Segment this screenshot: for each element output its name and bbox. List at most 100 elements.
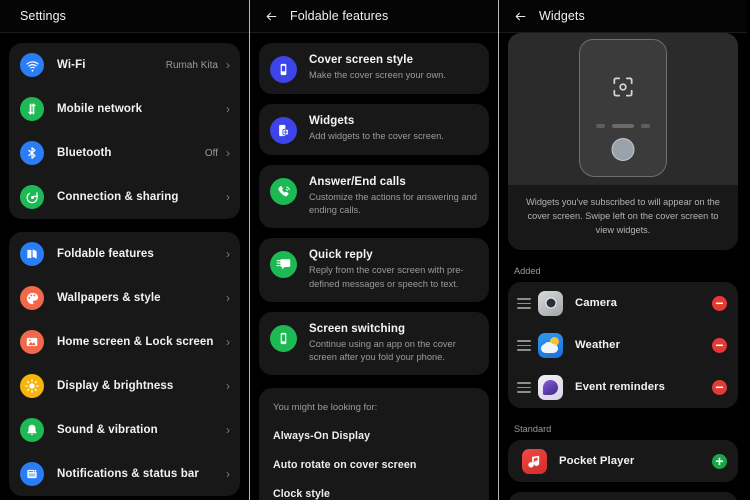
page-title: Widgets [539,9,585,23]
cover-screen-button [611,138,635,161]
feature-row[interactable]: Cover screen style Make the cover screen… [259,43,489,94]
sidebar-item-label: Wi-Fi [57,59,86,71]
drag-handle-icon[interactable] [517,298,531,309]
feature-card-cover-screen-style[interactable]: Cover screen style Make the cover screen… [259,43,489,94]
cover-screen-illustration [508,33,738,185]
look-for-item-always-on-display[interactable]: Always-On Display [273,430,475,442]
widget-name: Event reminders [575,381,666,394]
feature-title: Screen switching [309,322,406,335]
remove-widget-button[interactable]: − [712,337,727,353]
widget-name: Weather [575,339,621,352]
settings-body[interactable]: Wi-Fi Rumah Kita › Mobile network › Blue… [0,33,249,500]
sidebar-item-label: Display & brightness [57,380,174,392]
bluetooth-icon [20,141,44,165]
sidebar-item-value: Rumah Kita [165,59,218,71]
section-label-standard: Standard [514,424,552,435]
sidebar-item-label: Home screen & Lock screen [57,336,214,348]
mobile-network-icon [20,97,44,121]
page-title: Settings [20,9,66,23]
sidebar-item-foldable-features[interactable]: Foldable features › [9,232,240,276]
phone-call-icon [270,178,297,205]
back-arrow-icon[interactable] [263,8,280,25]
sidebar-item-connection-sharing[interactable]: Connection & sharing › [9,175,240,219]
add-widget-button[interactable]: + [712,453,727,469]
list-item[interactable]: Camera − [508,282,738,324]
feature-desc: Make the cover screen your own. [309,70,446,80]
sidebar-item-label: Connection & sharing [57,191,179,203]
sidebar-item-wallpapers-style[interactable]: Wallpapers & style › [9,276,240,320]
sidebar-item-mobile-network[interactable]: Mobile network › [9,87,240,131]
list-item[interactable]: Event reminders − [508,366,738,408]
widgets-header: Widgets [499,0,747,33]
foldable-features-icon [20,242,44,266]
sidebar-item-wifi[interactable]: Wi-Fi Rumah Kita › [9,43,240,87]
feature-card-screen-switching[interactable]: Screen switching Continue using an app o… [259,311,489,376]
sidebar-item-label: Foldable features [57,248,154,260]
event-reminders-app-icon [538,374,563,400]
drag-handle-icon[interactable] [517,382,531,393]
feature-row[interactable]: Screen switching Continue using an app o… [259,312,489,375]
pocket-player-app-icon [522,448,547,474]
you-might-be-looking-for-card: You might be looking for: Always-On Disp… [259,388,489,500]
camera-viewfinder-icon [610,74,636,105]
three-panel-screenshot: Settings Wi-Fi Rumah Kita › Mobile netwo… [0,0,750,500]
screen-switching-icon [270,324,297,352]
sidebar-item-sound-vibration[interactable]: Sound & vibration › [9,408,240,452]
sidebar-item-value: Off [204,147,218,159]
list-item[interactable]: Pocket Player + [508,440,738,482]
feature-desc: Add widgets to the cover screen. [309,131,444,141]
feature-row[interactable]: Answer/End calls Customize the actions f… [259,165,489,228]
sidebar-item-label: Wallpapers & style [57,292,161,304]
drag-handle-icon[interactable] [517,340,531,351]
look-for-heading: You might be looking for: [273,402,378,414]
feature-desc: Reply from the cover screen with pre-def… [309,265,464,289]
settings-group-connectivity: Wi-Fi Rumah Kita › Mobile network › Blue… [9,43,240,219]
wallpapers-style-icon [20,286,44,310]
connection-sharing-icon [20,185,44,209]
page-title: Foldable features [290,9,389,23]
chevron-right-icon: › [226,467,230,481]
sidebar-item-display-brightness[interactable]: Display & brightness › [9,364,240,408]
back-arrow-icon[interactable] [512,8,529,25]
remove-widget-button[interactable]: − [712,379,727,395]
feature-card-quick-reply[interactable]: Quick reply Reply from the cover screen … [259,238,489,302]
page-indicator-dashes [580,124,666,128]
foldable-header: Foldable features [250,0,498,33]
quick-reply-icon [270,251,297,279]
feature-card-answer-end-calls[interactable]: Answer/End calls Customize the actions f… [259,165,489,229]
settings-header: Settings [0,0,249,33]
foldable-body[interactable]: Cover screen style Make the cover screen… [250,33,498,500]
feature-title: Widgets [309,115,355,127]
promo-caption: Widgets you've subscribed to will appear… [526,197,720,235]
sidebar-item-bluetooth[interactable]: Bluetooth Off › [9,131,240,175]
look-for-item-auto-rotate[interactable]: Auto rotate on cover screen [273,459,475,471]
chevron-right-icon: › [226,423,230,437]
sidebar-item-notifications-status-bar[interactable]: Notifications & status bar › [9,452,240,496]
widgets-icon [270,117,297,144]
feature-title: Cover screen style [309,54,414,66]
camera-app-icon [538,290,563,316]
phone-mockup [579,39,667,177]
widgets-promo-card: Widgets you've subscribed to will appear… [508,33,738,251]
sidebar-item-home-lock-screen[interactable]: Home screen & Lock screen › [9,320,240,364]
list-item[interactable]: Weather − [508,324,738,366]
feature-row[interactable]: Quick reply Reply from the cover screen … [259,238,489,301]
widgets-body[interactable]: Widgets you've subscribed to will appear… [499,33,747,500]
settings-panel: Settings Wi-Fi Rumah Kita › Mobile netwo… [0,0,249,500]
feature-card-widgets[interactable]: Widgets Add widgets to the cover screen. [259,104,489,155]
feature-desc: Customize the actions for answering and … [309,192,477,216]
section-label-added: Added [514,266,541,277]
look-for-item-clock-style[interactable]: Clock style [273,488,475,500]
feature-row[interactable]: Widgets Add widgets to the cover screen. [259,104,489,155]
cover-screen-icon [270,56,297,83]
chevron-right-icon: › [226,291,230,305]
settings-group-device: Foldable features › Wallpapers & style › [9,232,240,496]
chevron-right-icon: › [226,335,230,349]
wifi-icon [20,53,44,77]
chevron-right-icon: › [226,379,230,393]
standard-widgets-partial-row[interactable] [508,492,738,500]
feature-title: Answer/End calls [309,176,406,188]
remove-widget-button[interactable]: − [712,295,727,311]
standard-widgets-card: Pocket Player + [508,440,738,483]
sidebar-item-label: Mobile network [57,103,143,115]
